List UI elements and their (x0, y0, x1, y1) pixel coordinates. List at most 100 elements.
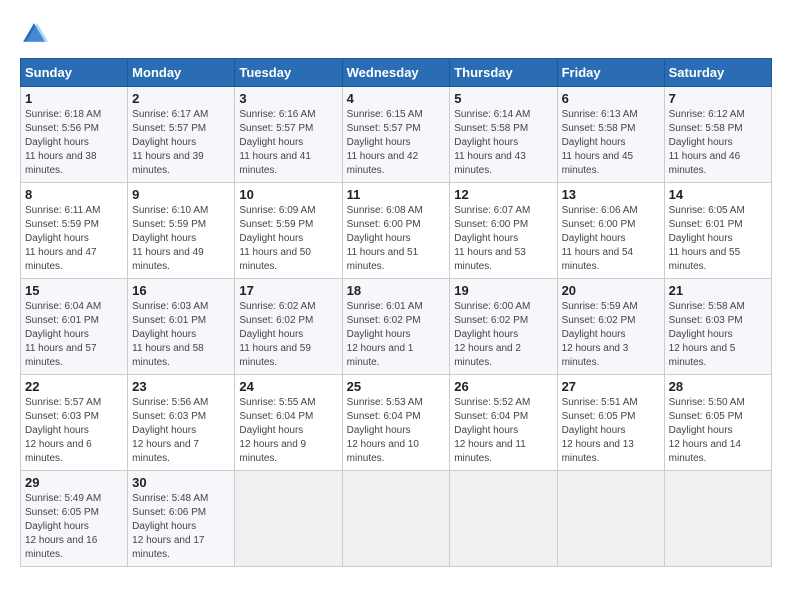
day-info: Sunrise: 5:50 AMSunset: 6:05 PMDaylight … (669, 396, 767, 466)
day-number: 2 (132, 91, 230, 106)
day-number: 5 (454, 91, 552, 106)
day-number: 21 (669, 283, 767, 298)
day-number: 10 (239, 187, 337, 202)
calendar-cell: 9Sunrise: 6:10 AMSunset: 5:59 PMDaylight… (128, 183, 235, 279)
day-info: Sunrise: 6:16 AMSunset: 5:57 PMDaylight … (239, 108, 337, 178)
calendar-cell: 16 Sunrise: 6:03 AMSunset: 6:01 PMDayligh… (128, 279, 235, 375)
day-info: Sunrise: 6:17 AMSunset: 5:57 PMDaylight … (132, 108, 230, 178)
calendar-cell: 28Sunrise: 5:50 AMSunset: 6:05 PMDayligh… (664, 375, 771, 471)
calendar-cell (557, 471, 664, 567)
day-number: 20 (562, 283, 660, 298)
calendar-cell: 15 Sunrise: 6:04 AMSunset: 6:01 PMDayligh… (21, 279, 128, 375)
day-info: Sunrise: 6:00 AMSunset: 6:02 PMDaylight … (454, 300, 552, 370)
calendar-header-row: SundayMondayTuesdayWednesdayThursdayFrid… (21, 59, 772, 87)
calendar-cell (342, 471, 450, 567)
day-number: 6 (562, 91, 660, 106)
logo (20, 20, 52, 48)
calendar-cell: 2 Sunrise: 6:17 AMSunset: 5:57 PMDaylight… (128, 87, 235, 183)
day-info: Sunrise: 5:59 AMSunset: 6:02 PMDaylight … (562, 300, 660, 370)
day-info: Sunrise: 6:06 AMSunset: 6:00 PMDaylight … (562, 204, 660, 274)
day-info: Sunrise: 6:08 AMSunset: 6:00 PMDaylight … (347, 204, 446, 274)
calendar-cell: 26Sunrise: 5:52 AMSunset: 6:04 PMDayligh… (450, 375, 557, 471)
day-number: 23 (132, 379, 230, 394)
day-info: Sunrise: 5:49 AMSunset: 6:05 PMDaylight … (25, 492, 123, 562)
day-info: Sunrise: 6:02 AMSunset: 6:02 PMDaylight … (239, 300, 337, 370)
day-number: 18 (347, 283, 446, 298)
calendar-cell: 27 Sunrise: 5:51 AMSunset: 6:05 PMDayligh… (557, 375, 664, 471)
weekday-header-thursday: Thursday (450, 59, 557, 87)
day-info: Sunrise: 6:13 AMSunset: 5:58 PMDaylight … (562, 108, 660, 178)
day-info: Sunrise: 6:09 AMSunset: 5:59 PMDaylight … (239, 204, 337, 274)
calendar-cell: 17 Sunrise: 6:02 AMSunset: 6:02 PMDayligh… (235, 279, 342, 375)
page-header (20, 20, 772, 48)
day-info: Sunrise: 6:12 AMSunset: 5:58 PMDaylight … (669, 108, 767, 178)
weekday-header-tuesday: Tuesday (235, 59, 342, 87)
day-number: 3 (239, 91, 337, 106)
calendar-cell (450, 471, 557, 567)
day-info: Sunrise: 6:04 AMSunset: 6:01 PMDaylight … (25, 300, 123, 370)
calendar-cell: 20 Sunrise: 5:59 AMSunset: 6:02 PMDayligh… (557, 279, 664, 375)
day-info: Sunrise: 6:05 AMSunset: 6:01 PMDaylight … (669, 204, 767, 274)
day-info: Sunrise: 6:11 AMSunset: 5:59 PMDaylight … (25, 204, 123, 274)
day-info: Sunrise: 6:15 AMSunset: 5:57 PMDaylight … (347, 108, 446, 178)
calendar-cell: 6 Sunrise: 6:13 AMSunset: 5:58 PMDaylight… (557, 87, 664, 183)
calendar-cell: 14 Sunrise: 6:05 AMSunset: 6:01 PMDayligh… (664, 183, 771, 279)
calendar-week-row: 1 Sunrise: 6:18 AMSunset: 5:56 PMDaylight… (21, 87, 772, 183)
calendar-cell (664, 471, 771, 567)
calendar-cell: 13 Sunrise: 6:06 AMSunset: 6:00 PMDayligh… (557, 183, 664, 279)
day-info: Sunrise: 6:01 AMSunset: 6:02 PMDaylight … (347, 300, 446, 370)
day-number: 19 (454, 283, 552, 298)
day-number: 7 (669, 91, 767, 106)
day-info: Sunrise: 5:57 AMSunset: 6:03 PMDaylight … (25, 396, 123, 466)
weekday-header-monday: Monday (128, 59, 235, 87)
day-number: 14 (669, 187, 767, 202)
day-info: Sunrise: 5:56 AMSunset: 6:03 PMDaylight … (132, 396, 230, 466)
calendar-week-row: 15 Sunrise: 6:04 AMSunset: 6:01 PMDayligh… (21, 279, 772, 375)
day-number: 27 (562, 379, 660, 394)
calendar-cell: 25 Sunrise: 5:53 AMSunset: 6:04 PMDayligh… (342, 375, 450, 471)
logo-icon (20, 20, 48, 48)
day-number: 8 (25, 187, 123, 202)
day-info: Sunrise: 6:07 AMSunset: 6:00 PMDaylight … (454, 204, 552, 274)
day-number: 22 (25, 379, 123, 394)
calendar-cell: 19 Sunrise: 6:00 AMSunset: 6:02 PMDayligh… (450, 279, 557, 375)
day-number: 1 (25, 91, 123, 106)
calendar-week-row: 29 Sunrise: 5:49 AMSunset: 6:05 PMDayligh… (21, 471, 772, 567)
weekday-header-sunday: Sunday (21, 59, 128, 87)
weekday-header-saturday: Saturday (664, 59, 771, 87)
calendar-cell: 5 Sunrise: 6:14 AMSunset: 5:58 PMDaylight… (450, 87, 557, 183)
day-number: 15 (25, 283, 123, 298)
day-info: Sunrise: 5:53 AMSunset: 6:04 PMDaylight … (347, 396, 446, 466)
day-info: Sunrise: 5:51 AMSunset: 6:05 PMDaylight … (562, 396, 660, 466)
calendar-cell: 10 Sunrise: 6:09 AMSunset: 5:59 PMDayligh… (235, 183, 342, 279)
day-number: 25 (347, 379, 446, 394)
calendar-cell: 22 Sunrise: 5:57 AMSunset: 6:03 PMDayligh… (21, 375, 128, 471)
calendar-cell: 29 Sunrise: 5:49 AMSunset: 6:05 PMDayligh… (21, 471, 128, 567)
day-number: 24 (239, 379, 337, 394)
day-number: 29 (25, 475, 123, 490)
day-number: 13 (562, 187, 660, 202)
calendar-cell: 3 Sunrise: 6:16 AMSunset: 5:57 PMDaylight… (235, 87, 342, 183)
calendar-table: SundayMondayTuesdayWednesdayThursdayFrid… (20, 58, 772, 567)
day-number: 16 (132, 283, 230, 298)
calendar-cell: 21Sunrise: 5:58 AMSunset: 6:03 PMDayligh… (664, 279, 771, 375)
day-info: Sunrise: 6:03 AMSunset: 6:01 PMDaylight … (132, 300, 230, 370)
calendar-cell: 23 Sunrise: 5:56 AMSunset: 6:03 PMDayligh… (128, 375, 235, 471)
calendar-week-row: 22 Sunrise: 5:57 AMSunset: 6:03 PMDayligh… (21, 375, 772, 471)
day-number: 12 (454, 187, 552, 202)
calendar-week-row: 8 Sunrise: 6:11 AMSunset: 5:59 PMDaylight… (21, 183, 772, 279)
day-info: Sunrise: 5:48 AMSunset: 6:06 PMDaylight … (132, 492, 230, 562)
calendar-cell: 1 Sunrise: 6:18 AMSunset: 5:56 PMDaylight… (21, 87, 128, 183)
calendar-cell: 11 Sunrise: 6:08 AMSunset: 6:00 PMDayligh… (342, 183, 450, 279)
weekday-header-wednesday: Wednesday (342, 59, 450, 87)
day-number: 17 (239, 283, 337, 298)
calendar-cell: 12 Sunrise: 6:07 AMSunset: 6:00 PMDayligh… (450, 183, 557, 279)
day-info: Sunrise: 6:18 AMSunset: 5:56 PMDaylight … (25, 108, 123, 178)
day-number: 11 (347, 187, 446, 202)
day-number: 30 (132, 475, 230, 490)
day-info: Sunrise: 5:52 AMSunset: 6:04 PMDaylight … (454, 396, 552, 466)
day-info: Sunrise: 6:14 AMSunset: 5:58 PMDaylight … (454, 108, 552, 178)
calendar-cell: 30 Sunrise: 5:48 AMSunset: 6:06 PMDayligh… (128, 471, 235, 567)
day-info: Sunrise: 6:10 AMSunset: 5:59 PMDaylight … (132, 204, 230, 274)
calendar-cell: 7 Sunrise: 6:12 AMSunset: 5:58 PMDaylight… (664, 87, 771, 183)
